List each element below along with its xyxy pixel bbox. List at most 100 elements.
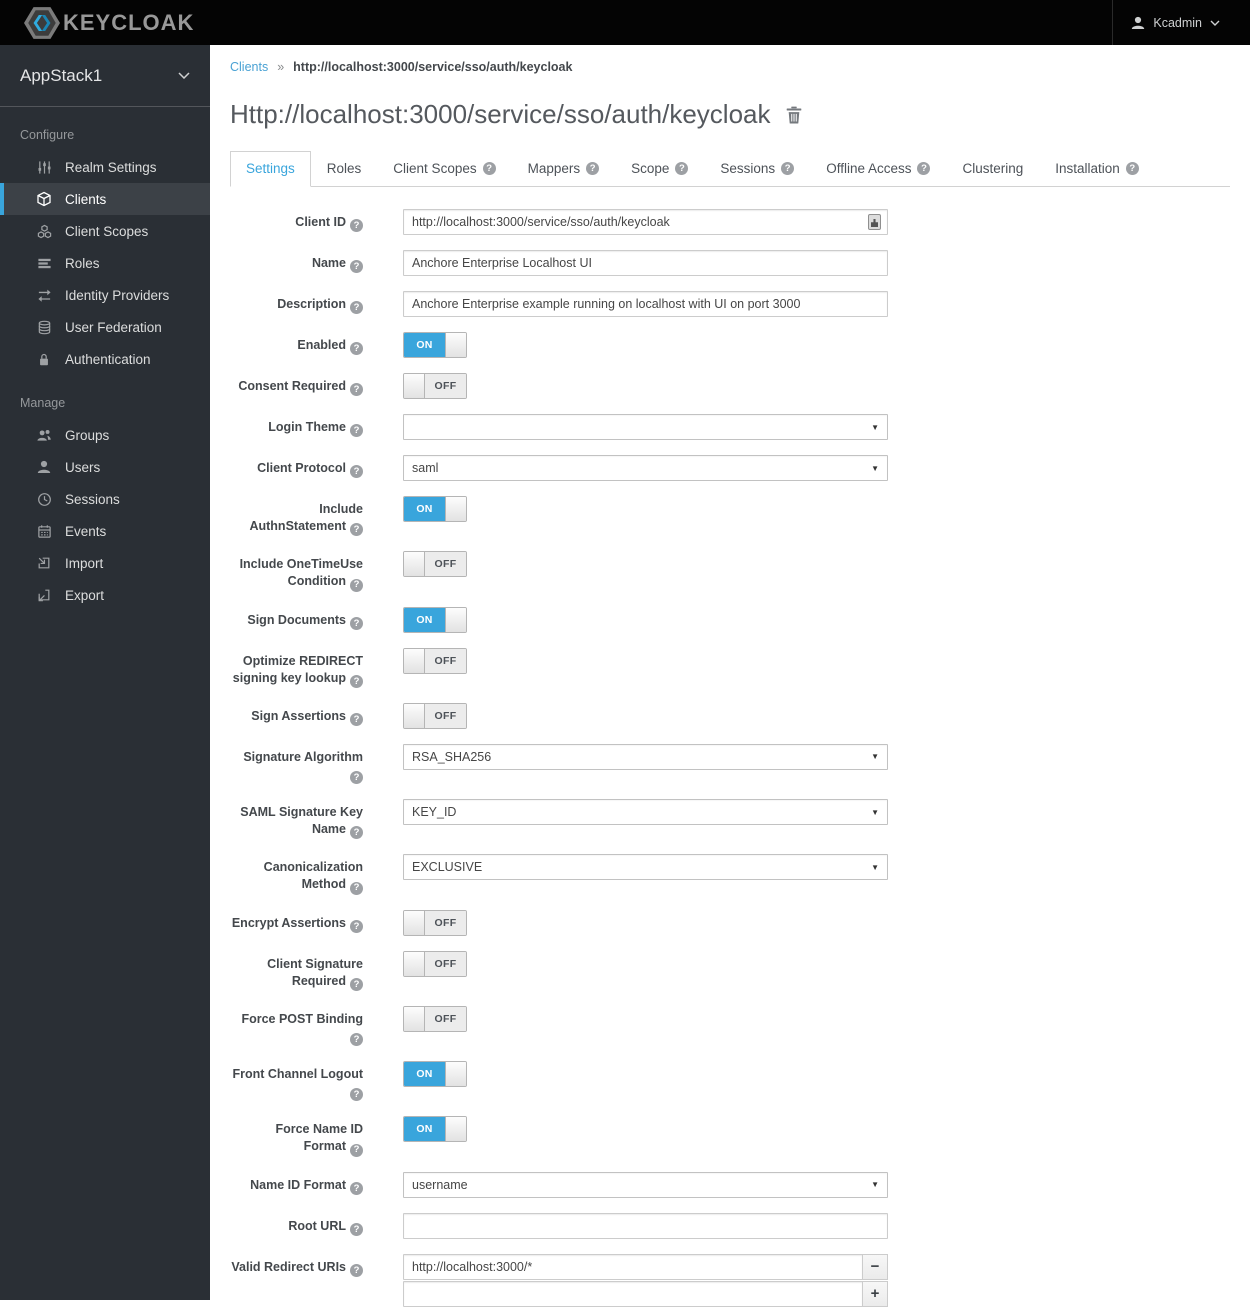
help-icon[interactable]: ? <box>350 1222 363 1236</box>
sidebar-item-export[interactable]: Export <box>0 579 210 611</box>
realm-selector[interactable]: AppStack1 <box>0 45 210 107</box>
help-icon[interactable]: ? <box>350 424 363 438</box>
tab-mappers[interactable]: Mappers? <box>512 151 616 187</box>
form-row-valid-redirect-uris: Valid Redirect URIs? − + <box>230 1253 1230 1307</box>
sidebar-item-identity-providers[interactable]: Identity Providers <box>0 279 210 311</box>
help-icon[interactable]: ? <box>350 977 363 991</box>
encrypt-assertions-toggle[interactable]: OFF <box>403 909 467 936</box>
form-row-login-theme: Login Theme? ▼ <box>230 414 1230 440</box>
user-icon <box>1131 16 1145 30</box>
force-name-id-format-toggle[interactable]: ON <box>403 1116 467 1143</box>
sidebar-item-sessions[interactable]: Sessions <box>0 483 210 515</box>
front-channel-logout-toggle[interactable]: ON <box>403 1061 467 1087</box>
help-icon[interactable]: ? <box>586 162 600 175</box>
sidebar-item-user-federation[interactable]: User Federation <box>0 311 210 343</box>
help-icon[interactable]: ? <box>675 162 689 175</box>
brand-text: KEYCLOAK <box>63 9 195 35</box>
sidebar-item-clients[interactable]: Clients <box>0 183 210 215</box>
help-icon[interactable]: ? <box>350 260 363 274</box>
help-icon[interactable]: ? <box>350 342 363 356</box>
sidebar-item-authentication[interactable]: Authentication <box>0 343 210 375</box>
sidebar-item-import[interactable]: Import <box>0 547 210 579</box>
name-input[interactable] <box>403 250 888 276</box>
toggle-handle <box>404 703 425 728</box>
help-icon[interactable]: ? <box>350 616 363 630</box>
help-icon[interactable]: ? <box>350 465 363 479</box>
sidebar-item-groups[interactable]: Groups <box>0 419 210 451</box>
help-icon[interactable]: ? <box>350 523 363 537</box>
keycloak-logo[interactable]: KEYCLOAK <box>0 6 195 39</box>
help-icon[interactable]: ? <box>350 674 363 688</box>
tab-scope[interactable]: Scope? <box>615 151 704 187</box>
add-uri-button[interactable]: + <box>862 1280 888 1307</box>
login-theme-select[interactable]: ▼ <box>403 414 888 440</box>
sign-assertions-toggle[interactable]: OFF <box>403 702 467 729</box>
tab-settings[interactable]: Settings <box>230 151 311 187</box>
field-label: Client ID <box>295 215 346 229</box>
autofill-icon[interactable] <box>868 214 881 230</box>
client-id-input[interactable] <box>403 209 888 235</box>
field-label: Client Signature Required <box>267 956 363 988</box>
client-signature-required-toggle[interactable]: OFF <box>403 950 467 977</box>
database-icon <box>36 319 52 335</box>
help-icon[interactable]: ? <box>350 771 363 784</box>
tab-installation[interactable]: Installation? <box>1039 151 1155 187</box>
name-id-format-select[interactable]: username ▼ <box>403 1171 888 1198</box>
help-icon[interactable]: ? <box>350 713 363 726</box>
form-row-sign-assertions: Sign Assertions? OFF <box>230 702 1230 729</box>
help-icon[interactable]: ? <box>350 1088 363 1102</box>
tab-clustering[interactable]: Clustering <box>946 151 1039 187</box>
field-label: Sign Documents <box>247 612 346 627</box>
enabled-toggle[interactable]: ON <box>403 332 467 358</box>
help-icon[interactable]: ? <box>350 578 363 592</box>
tab-offline-access[interactable]: Offline Access? <box>810 151 946 187</box>
page-title: Http://localhost:3000/service/sso/auth/k… <box>230 99 771 129</box>
help-icon[interactable]: ? <box>350 1263 363 1277</box>
consent-required-toggle[interactable]: OFF <box>403 373 467 399</box>
form-row-include-authn-statement: Include AuthnStatement? ON <box>230 496 1230 537</box>
help-icon[interactable]: ? <box>350 219 363 233</box>
help-icon[interactable]: ? <box>917 162 931 175</box>
help-icon[interactable]: ? <box>350 1181 363 1195</box>
clock-icon <box>36 491 52 507</box>
sidebar-item-users[interactable]: Users <box>0 451 210 483</box>
sidebar-item-realm-settings[interactable]: Realm Settings <box>0 151 210 183</box>
help-icon[interactable]: ? <box>482 162 496 175</box>
sidebar-item-roles[interactable]: Roles <box>0 247 210 279</box>
sidebar-item-client-scopes[interactable]: Client Scopes <box>0 215 210 247</box>
breadcrumb-clients-link[interactable]: Clients <box>230 60 268 74</box>
root-url-input[interactable] <box>403 1212 888 1239</box>
sidebar-item-label: Sessions <box>65 491 120 507</box>
include-authnstatement-toggle[interactable]: ON <box>403 496 467 522</box>
form-row-client-signature-required: Client Signature Required? OFF <box>230 950 1230 991</box>
remove-uri-button[interactable]: − <box>862 1253 888 1280</box>
help-icon[interactable]: ? <box>350 1143 363 1157</box>
help-icon[interactable]: ? <box>350 1033 363 1046</box>
description-input[interactable] <box>403 291 888 317</box>
help-icon[interactable]: ? <box>781 162 795 175</box>
sidebar-item-events[interactable]: Events <box>0 515 210 547</box>
tab-client-scopes[interactable]: Client Scopes? <box>377 151 511 187</box>
saml-signature-key-name-select[interactable]: KEY_ID ▼ <box>403 799 888 825</box>
optimize-redirect-toggle[interactable]: OFF <box>403 647 467 674</box>
sign-documents-toggle[interactable]: ON <box>403 606 467 633</box>
canonicalization-method-select[interactable]: EXCLUSIVE ▼ <box>403 854 888 881</box>
help-icon[interactable]: ? <box>350 826 363 840</box>
valid-redirect-uri-input[interactable] <box>403 1280 863 1307</box>
form-row-description: Description? <box>230 291 1230 317</box>
help-icon[interactable]: ? <box>1125 162 1139 175</box>
tab-roles[interactable]: Roles <box>311 151 378 187</box>
force-post-binding-toggle[interactable]: OFF <box>403 1005 467 1032</box>
help-icon[interactable]: ? <box>350 919 363 933</box>
signature-algorithm-select[interactable]: RSA_SHA256 ▼ <box>403 743 888 770</box>
user-menu[interactable]: Kcadmin <box>1112 0 1250 45</box>
help-icon[interactable]: ? <box>350 301 363 315</box>
help-icon[interactable]: ? <box>350 881 363 895</box>
include-onetimeuse-toggle[interactable]: OFF <box>403 551 467 578</box>
breadcrumb: Clients » http://localhost:3000/service/… <box>230 45 1230 74</box>
valid-redirect-uri-input[interactable] <box>403 1253 863 1280</box>
delete-client-button[interactable] <box>786 106 802 124</box>
help-icon[interactable]: ? <box>350 383 363 397</box>
tab-sessions[interactable]: Sessions? <box>704 151 810 187</box>
client-protocol-select[interactable]: saml ▼ <box>403 455 888 481</box>
